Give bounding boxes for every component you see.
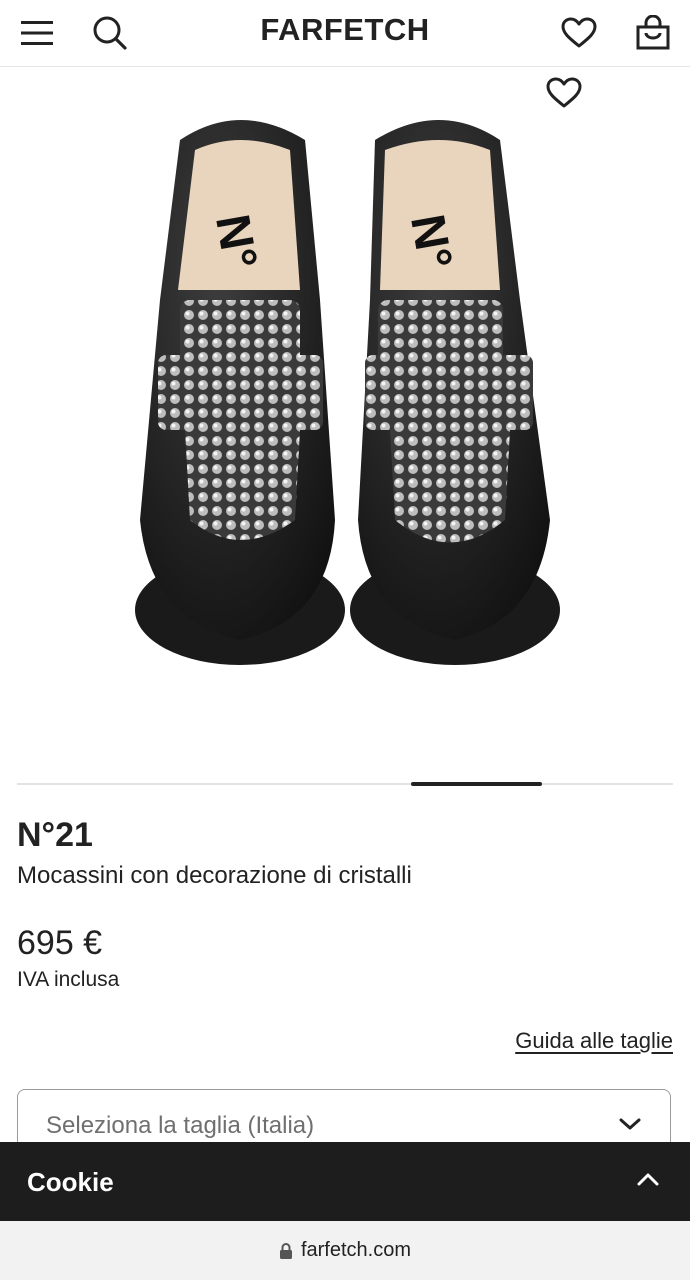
product-image-gallery[interactable]: N° N° bbox=[0, 67, 690, 777]
product-price: 695 € bbox=[17, 924, 103, 962]
top-header: FARFETCH bbox=[0, 0, 690, 67]
svg-text:N°: N° bbox=[400, 211, 462, 273]
size-guide-link[interactable]: Guida alle taglie bbox=[515, 1028, 673, 1054]
cookie-banner-label: Cookie bbox=[27, 1167, 114, 1197]
wishlist-button[interactable] bbox=[554, 8, 604, 58]
chevron-down-icon bbox=[619, 1118, 641, 1130]
gallery-progress-indicator bbox=[410, 782, 542, 786]
bag-icon bbox=[636, 15, 670, 50]
size-select-placeholder: Seleziona la taglia (Italia) bbox=[46, 1112, 315, 1139]
tax-note: IVA inclusa bbox=[17, 968, 120, 991]
left-shoe: N° bbox=[135, 120, 345, 665]
product-name: Mocassini con decorazione di cristalli bbox=[17, 862, 412, 889]
browser-url-bar[interactable]: farfetch.com bbox=[0, 1221, 690, 1280]
lock-icon bbox=[279, 1242, 292, 1259]
svg-text:N°: N° bbox=[205, 211, 267, 273]
heart-icon bbox=[546, 77, 582, 108]
product-brand[interactable]: N°21 bbox=[17, 816, 93, 855]
cookie-banner[interactable]: Cookie bbox=[0, 1142, 690, 1221]
gallery-progress-track bbox=[17, 782, 673, 786]
browser-url: farfetch.com bbox=[300, 1239, 412, 1261]
add-to-wishlist-button[interactable] bbox=[546, 77, 586, 117]
right-shoe: N° bbox=[350, 120, 560, 665]
heart-icon bbox=[561, 17, 597, 48]
product-image: N° N° bbox=[135, 120, 560, 665]
chevron-up-icon[interactable] bbox=[636, 1170, 660, 1188]
bag-button[interactable] bbox=[628, 8, 678, 58]
